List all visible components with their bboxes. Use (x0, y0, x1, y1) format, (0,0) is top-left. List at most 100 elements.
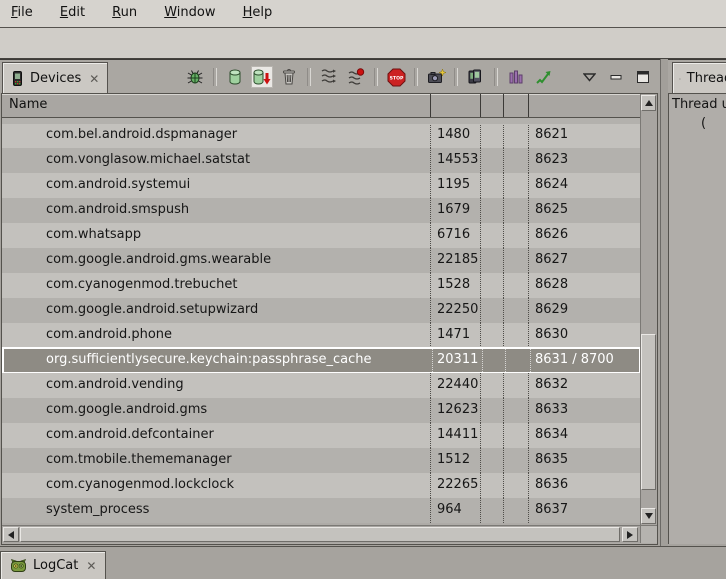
column-divider (503, 248, 504, 273)
table-row[interactable]: system_process9648637 (2, 498, 641, 523)
table-row[interactable]: com.android.defcontainer144118634 (2, 423, 641, 448)
process-name: org.sufficientlysecure.keychain:passphra… (46, 352, 371, 367)
process-name: com.tmobile.thememanager (46, 452, 232, 467)
table-row[interactable]: com.google.android.gms126238633 (2, 398, 641, 423)
menu-window[interactable]: Window (153, 0, 226, 26)
table-row[interactable]: com.cyanogenmod.lockclock222658636 (2, 473, 641, 498)
column-divider (480, 498, 481, 523)
process-port: 8631 / 8700 (535, 352, 614, 367)
scroll-right-button[interactable] (622, 527, 638, 542)
process-port: 8628 (535, 277, 568, 292)
column-divider (430, 223, 431, 248)
column-divider[interactable] (528, 94, 529, 117)
process-name: system_process (46, 502, 149, 517)
table-row[interactable]: com.google.android.gms.wearable221858627 (2, 248, 641, 273)
scroll-down-button[interactable] (641, 508, 656, 524)
screen-capture-icon[interactable] (425, 66, 447, 88)
threads-icon (679, 71, 681, 87)
tab-devices[interactable]: Devices ✕ (2, 62, 108, 94)
horizontal-scrollbar[interactable] (2, 525, 641, 543)
threads-profiling-icon[interactable] (345, 66, 367, 88)
column-divider (503, 298, 504, 323)
process-pid: 22440 (437, 377, 478, 392)
column-divider (528, 173, 529, 198)
table-row[interactable]: com.whatsapp67168626 (2, 223, 641, 248)
tab-logcat[interactable]: LogCat ✕ (0, 551, 106, 579)
process-port: 8634 (535, 427, 568, 442)
tab-logcat-close-icon[interactable]: ✕ (86, 560, 96, 572)
column-divider[interactable] (503, 94, 504, 117)
process-pid: 1480 (437, 127, 470, 142)
table-header[interactable]: Name (2, 94, 641, 118)
column-divider (430, 373, 431, 398)
column-divider (480, 398, 481, 423)
view-menu-icon[interactable] (578, 66, 600, 88)
table-row[interactable]: com.android.phone14718630 (2, 323, 641, 348)
scroll-up-button[interactable] (641, 95, 656, 111)
vertical-scrollbar-thumb[interactable] (641, 334, 656, 490)
process-pid: 12623 (437, 402, 478, 417)
scroll-left-button[interactable] (3, 527, 19, 542)
tab-threads[interactable]: Threads (672, 62, 726, 94)
column-divider (503, 223, 504, 248)
threads-message-line2: ( (701, 116, 726, 131)
column-divider (503, 273, 504, 298)
tab-devices-close-icon[interactable]: ✕ (89, 73, 99, 85)
process-pid: 1195 (437, 177, 470, 192)
column-divider (528, 398, 529, 423)
process-port: 8625 (535, 202, 568, 217)
debug-attach-icon[interactable] (184, 66, 206, 88)
menu-file[interactable]: File (0, 0, 44, 26)
column-divider[interactable] (430, 94, 431, 117)
start-tracing-icon[interactable] (532, 66, 554, 88)
cause-gc-trash-icon[interactable] (278, 66, 300, 88)
profiling-bars-icon[interactable] (505, 66, 527, 88)
table-row[interactable]: com.android.smspush16798625 (2, 198, 641, 223)
column-divider (503, 198, 504, 223)
process-name: com.cyanogenmod.lockclock (46, 477, 234, 492)
menu-run[interactable]: Run (101, 0, 148, 26)
column-divider (503, 423, 504, 448)
threads-view: Threads Thread up ( (668, 59, 726, 546)
table-row[interactable]: org.sufficientlysecure.keychain:passphra… (2, 347, 641, 374)
column-divider (528, 323, 529, 348)
maximize-icon[interactable] (632, 66, 654, 88)
table-row[interactable]: com.android.vending224408632 (2, 373, 641, 398)
process-pid: 14411 (437, 427, 478, 442)
column-divider (528, 473, 529, 498)
column-divider (480, 373, 481, 398)
horizontal-scrollbar-thumb[interactable] (20, 527, 620, 542)
threads-tabstrip: Threads (668, 59, 726, 93)
column-divider (480, 298, 481, 323)
column-divider[interactable] (480, 94, 481, 117)
column-header-name[interactable]: Name (9, 97, 47, 112)
table-row[interactable]: com.vonglasow.michael.satstat145538623 (2, 148, 641, 173)
table-row[interactable]: com.bel.android.dspmanager14808621 (2, 123, 641, 148)
update-threads-icon[interactable] (318, 66, 340, 88)
table-row[interactable]: com.tmobile.thememanager15128635 (2, 448, 641, 473)
capture-devices-icon[interactable] (465, 66, 487, 88)
menu-edit[interactable]: Edit (49, 0, 96, 26)
column-divider (503, 173, 504, 198)
toolbar-separator (494, 68, 498, 86)
devices-tabstrip: Devices ✕ (0, 59, 660, 93)
table-row[interactable]: com.cyanogenmod.trebuchet15288628 (2, 273, 641, 298)
column-divider (430, 248, 431, 273)
process-port: 8630 (535, 327, 568, 342)
vertical-scrollbar[interactable] (640, 94, 657, 525)
process-pid: 1679 (437, 202, 470, 217)
update-heap-icon[interactable] (224, 66, 246, 88)
process-pid: 14553 (437, 152, 478, 167)
table-row[interactable]: com.google.android.setupwizard222508629 (2, 298, 641, 323)
dump-hprof-icon[interactable] (251, 66, 273, 88)
minimize-icon[interactable] (605, 66, 627, 88)
process-pid: 20311 (437, 352, 478, 367)
menu-help[interactable]: Help (232, 0, 284, 26)
table-row[interactable]: com.android.systemui11958624 (2, 173, 641, 198)
scrollbar-corner (640, 525, 657, 543)
process-port: 8624 (535, 177, 568, 192)
process-port: 8633 (535, 402, 568, 417)
column-divider (503, 123, 504, 148)
column-divider (430, 198, 431, 223)
stop-process-icon[interactable]: STOP (385, 66, 407, 88)
